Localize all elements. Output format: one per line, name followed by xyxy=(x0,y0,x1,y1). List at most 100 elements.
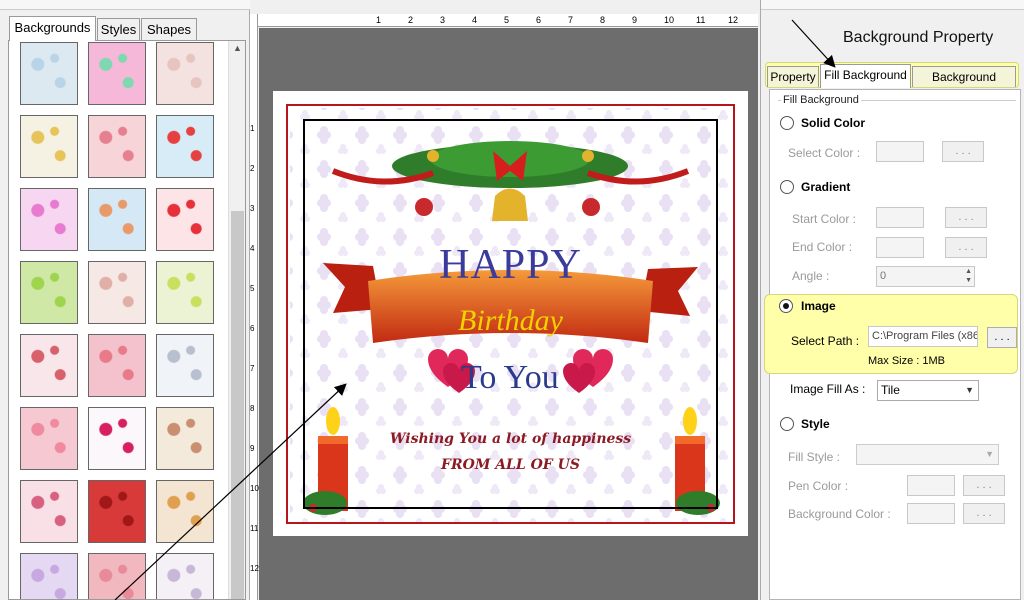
pen-color-field[interactable] xyxy=(907,475,955,496)
card-text-from[interactable]: FROM ALL OF US xyxy=(273,457,748,473)
select-color-button[interactable]: . . . xyxy=(942,141,984,162)
background-thumbnail[interactable] xyxy=(20,480,78,543)
card-text-wish[interactable]: Wishing You a lot of happiness xyxy=(273,431,748,447)
end-color-button[interactable]: . . . xyxy=(945,237,987,258)
vertical-ruler: 1 2 3 4 5 6 7 8 9 10 11 12 xyxy=(250,14,259,600)
background-thumbnail[interactable] xyxy=(88,188,146,251)
scroll-up-icon[interactable]: ▲ xyxy=(232,43,243,54)
select-color-label: Select Color : xyxy=(788,146,861,160)
gradient-radio[interactable] xyxy=(780,180,794,194)
background-thumbnail[interactable] xyxy=(88,480,146,543)
scrollbar-thumb[interactable] xyxy=(231,211,244,599)
fill-background-group-title: Fill Background xyxy=(781,94,861,106)
ruler-number: 9 xyxy=(632,15,638,25)
horizontal-ruler: 1 2 3 4 5 6 7 8 9 10 11 12 xyxy=(258,14,758,27)
background-thumbnail[interactable] xyxy=(156,261,214,324)
background-thumbnail[interactable] xyxy=(88,334,146,397)
pen-color-label: Pen Color : xyxy=(788,479,849,493)
chevron-down-icon: ▼ xyxy=(965,385,974,395)
background-color-field[interactable] xyxy=(907,503,955,524)
background-thumbnail[interactable] xyxy=(156,188,214,251)
ruler-number: 1 xyxy=(250,124,255,133)
max-size-note: Max Size : 1MB xyxy=(868,355,946,367)
select-color-field[interactable] xyxy=(876,141,924,162)
background-thumbnail[interactable] xyxy=(156,480,214,543)
pen-color-button[interactable]: . . . xyxy=(963,475,1005,496)
start-color-button[interactable]: . . . xyxy=(945,207,987,228)
image-option-highlight: Image Select Path : C:\Program Files (x8… xyxy=(764,294,1018,374)
chevron-down-icon: ▼ xyxy=(985,449,994,459)
birthday-card[interactable]: HAPPY Birthday To You Wishing You a lot … xyxy=(273,91,748,536)
end-color-field[interactable] xyxy=(876,237,924,258)
angle-spinner[interactable]: 0 ▲ ▼ xyxy=(876,266,975,287)
ruler-number: 1 xyxy=(376,15,382,25)
solid-color-label: Solid Color xyxy=(801,116,865,130)
ruler-number: 7 xyxy=(250,364,255,373)
image-radio[interactable] xyxy=(779,299,793,313)
end-color-label: End Color : xyxy=(792,240,853,254)
ruler-number: 2 xyxy=(408,15,414,25)
tab-fill-background[interactable]: Fill Background xyxy=(820,64,911,88)
card-text-to-you[interactable]: To You xyxy=(461,359,581,397)
style-label: Style xyxy=(801,417,830,431)
background-thumbnail[interactable] xyxy=(20,42,78,105)
backgrounds-panel: Backgrounds Styles Shapes ▲ xyxy=(0,0,250,600)
ruler-number: 3 xyxy=(250,204,255,213)
background-thumbnail[interactable] xyxy=(156,407,214,470)
image-fill-as-select[interactable]: Tile ▼ xyxy=(877,380,979,401)
background-thumbnail[interactable] xyxy=(88,42,146,105)
fill-style-select[interactable]: ▼ xyxy=(856,444,999,465)
angle-label: Angle : xyxy=(792,269,830,283)
ruler-number: 3 xyxy=(440,15,446,25)
solid-color-radio[interactable] xyxy=(780,116,794,130)
background-thumbnail[interactable] xyxy=(88,407,146,470)
style-radio[interactable] xyxy=(780,417,794,431)
image-fill-as-value: Tile xyxy=(881,383,900,397)
background-thumbnail-list: ▲ xyxy=(8,40,246,600)
tab-styles[interactable]: Styles xyxy=(97,18,140,40)
background-color-button[interactable]: . . . xyxy=(963,503,1005,524)
ruler-number: 8 xyxy=(600,15,606,25)
background-thumbnail[interactable] xyxy=(20,407,78,470)
spin-down-icon[interactable]: ▼ xyxy=(965,276,972,285)
card-text-birthday[interactable]: Birthday xyxy=(273,304,748,338)
fill-style-label: Fill Style : xyxy=(788,450,841,464)
background-thumbnail[interactable] xyxy=(156,553,214,599)
tab-backgrounds[interactable]: Backgrounds xyxy=(9,16,96,41)
background-thumbnail[interactable] xyxy=(156,334,214,397)
ruler-number: 12 xyxy=(728,15,739,25)
ruler-number: 2 xyxy=(250,164,255,173)
ruler-number: 7 xyxy=(568,15,574,25)
background-thumbnail[interactable] xyxy=(156,115,214,178)
select-path-button[interactable]: . . . xyxy=(987,327,1017,348)
background-color-label: Background Color : xyxy=(788,507,891,521)
ruler-number: 4 xyxy=(472,15,478,25)
background-thumbnail[interactable] xyxy=(20,334,78,397)
background-property-annotation: Background Property xyxy=(843,29,994,46)
background-thumbnail[interactable] xyxy=(88,553,146,599)
background-thumbnail[interactable] xyxy=(156,42,214,105)
select-path-label: Select Path : xyxy=(791,334,860,348)
ruler-number: 12 xyxy=(250,564,259,573)
background-thumbnail[interactable] xyxy=(20,261,78,324)
background-thumbnail[interactable] xyxy=(20,115,78,178)
ruler-number: 8 xyxy=(250,404,255,413)
background-thumbnail[interactable] xyxy=(88,115,146,178)
start-color-label: Start Color : xyxy=(792,212,857,226)
start-color-field[interactable] xyxy=(876,207,924,228)
card-text-happy[interactable]: HAPPY xyxy=(273,241,748,289)
ruler-number: 5 xyxy=(250,284,255,293)
ruler-number: 11 xyxy=(250,524,259,533)
background-thumbnail[interactable] xyxy=(20,188,78,251)
select-path-field[interactable]: C:\Program Files (x86 xyxy=(868,326,978,347)
ruler-number: 6 xyxy=(536,15,542,25)
tab-background-effects[interactable]: Background Effects xyxy=(912,66,1016,104)
tab-shapes[interactable]: Shapes xyxy=(141,18,197,40)
thumbnail-scrollbar[interactable]: ▲ xyxy=(228,41,245,599)
spin-up-icon[interactable]: ▲ xyxy=(965,267,972,276)
right-top-strip xyxy=(761,0,1024,10)
background-thumbnail[interactable] xyxy=(20,553,78,599)
property-tabs: Property Fill Background Background Effe… xyxy=(765,62,1019,104)
tab-property[interactable]: Property xyxy=(767,66,819,87)
background-thumbnail[interactable] xyxy=(88,261,146,324)
